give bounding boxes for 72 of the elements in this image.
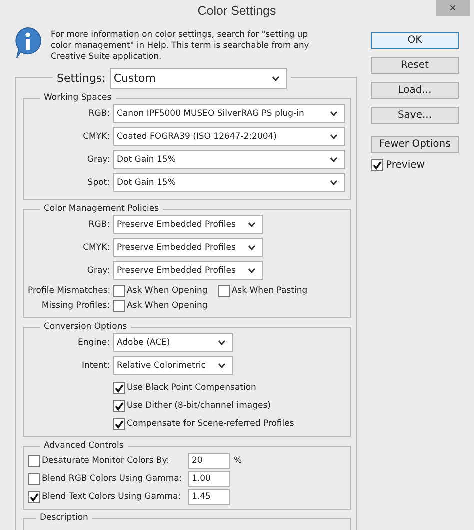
dialog-button[interactable]: Fewer Options <box>371 136 459 153</box>
field-label: CMYK: <box>82 132 111 142</box>
checkbox[interactable] <box>28 455 40 467</box>
close-button[interactable]: × <box>436 0 470 16</box>
dialog-button[interactable]: Reset <box>371 57 459 74</box>
checkbox-label: Desaturate Monitor Colors By: <box>42 456 170 466</box>
dropdown[interactable]: Coated FOGRA39 (ISO 12647-2:2004) <box>113 127 345 146</box>
caret-icon <box>218 362 226 368</box>
group-title: Advanced Controls <box>43 441 125 451</box>
field-label: Gray: <box>86 154 111 164</box>
dropdown[interactable]: Dot Gain 15% <box>113 150 345 169</box>
field-label: Missing Profiles: <box>40 301 111 311</box>
checkbox[interactable] <box>113 418 125 430</box>
checkmark-icon <box>372 160 382 170</box>
caret-icon <box>330 110 338 116</box>
checkbox[interactable] <box>113 300 125 312</box>
checkbox[interactable] <box>113 382 125 394</box>
checkbox-label: Blend Text Colors Using Gamma: <box>42 492 182 502</box>
field-label: RGB: <box>88 220 111 230</box>
number-field[interactable]: 1.00 <box>188 471 230 487</box>
caret-icon <box>330 180 338 186</box>
checkbox[interactable] <box>113 285 125 297</box>
checkbox[interactable] <box>28 473 40 485</box>
field-label: Engine: <box>77 338 111 348</box>
dropdown[interactable]: Relative Colorimetric <box>113 356 233 375</box>
checkbox-label: Use Dither (8-bit/channel images) <box>127 401 271 411</box>
caret-icon <box>248 244 256 250</box>
caret-icon <box>248 268 256 274</box>
checkbox-label: Blend RGB Colors Using Gamma: <box>42 474 182 484</box>
field-label: Spot: <box>86 178 111 188</box>
field-label: RGB: <box>88 108 111 118</box>
checkbox[interactable] <box>28 491 40 503</box>
checkbox[interactable] <box>371 159 383 171</box>
caret-icon <box>330 134 338 140</box>
checkbox-label: Preview <box>386 160 425 170</box>
checkbox-label: Ask When Pasting <box>232 286 308 296</box>
group-title: Description <box>39 513 90 523</box>
dropdown[interactable]: Adobe (ACE) <box>113 333 233 352</box>
checkbox-label: Compensate for Scene-referred Profiles <box>127 419 294 429</box>
unit-label: % <box>234 456 242 466</box>
checkbox[interactable] <box>113 400 125 412</box>
dialog-button[interactable]: Save... <box>371 107 459 124</box>
dialog-button[interactable]: OK <box>371 32 459 49</box>
group-title: Working Spaces <box>43 93 113 103</box>
info-text: For more information on color settings, search for "setting up color management" in Help. This term is searchable from any Creative Suite application. <box>51 29 310 62</box>
checkmark-icon <box>30 492 38 502</box>
field-label: Profile Mismatches: <box>28 286 112 296</box>
window-title: Color Settings <box>198 4 276 18</box>
dropdown[interactable]: Preserve Embedded Profiles <box>113 238 263 257</box>
field-label: CMYK: <box>82 242 111 252</box>
field-label: Gray: <box>86 266 111 276</box>
dropdown[interactable]: Canon IPF5000 MUSEO SilverRAG PS plug-in <box>113 104 345 123</box>
field-label: Intent: <box>80 360 111 370</box>
caret-icon <box>218 340 226 346</box>
caret-icon <box>272 76 280 82</box>
checkbox-label: Ask When Opening <box>127 301 208 311</box>
checkbox-label: Ask When Opening <box>127 286 208 296</box>
group-title: Color Management Policies <box>43 204 160 214</box>
checkbox-label: Use Black Point Compensation <box>127 383 256 393</box>
caret-icon <box>248 222 256 228</box>
number-field[interactable]: 20 <box>188 453 230 469</box>
number-field[interactable]: 1.45 <box>188 489 230 505</box>
caret-icon <box>330 156 338 162</box>
dialog-button[interactable]: Load... <box>371 82 459 99</box>
checkbox[interactable] <box>218 285 230 297</box>
settings-label: Settings: <box>57 72 106 85</box>
dropdown[interactable]: Preserve Embedded Profiles <box>113 215 263 234</box>
settings-dropdown[interactable]: Custom <box>110 68 287 89</box>
group-title: Conversion Options <box>43 322 128 332</box>
info-icon <box>13 27 43 59</box>
dropdown[interactable]: Preserve Embedded Profiles <box>113 261 263 280</box>
dropdown[interactable]: Dot Gain 15% <box>113 173 345 192</box>
